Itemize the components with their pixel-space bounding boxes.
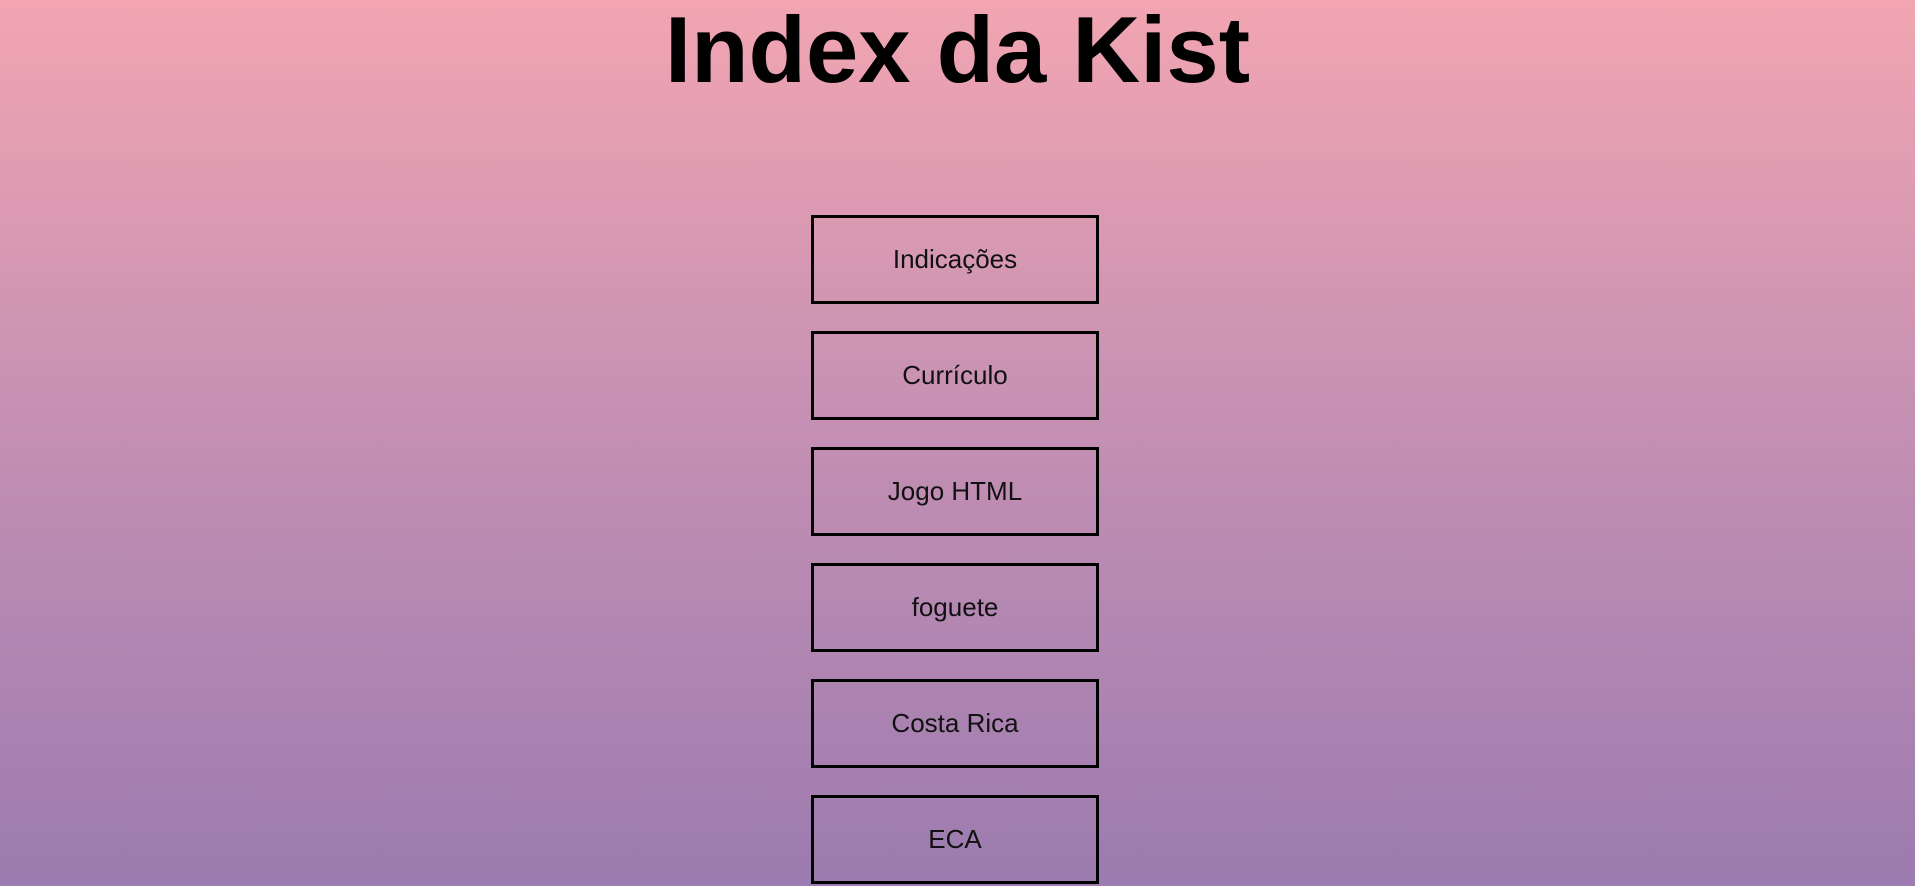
curriculo-button[interactable]: Currículo	[811, 331, 1099, 420]
costa-rica-button[interactable]: Costa Rica	[811, 679, 1099, 768]
link-menu: Indicações Currículo Jogo HTML foguete C…	[811, 215, 1099, 884]
eca-button[interactable]: ECA	[811, 795, 1099, 884]
indicacoes-button[interactable]: Indicações	[811, 215, 1099, 304]
jogo-html-button[interactable]: Jogo HTML	[811, 447, 1099, 536]
foguete-button[interactable]: foguete	[811, 563, 1099, 652]
page-title: Index da Kist	[664, 0, 1251, 102]
